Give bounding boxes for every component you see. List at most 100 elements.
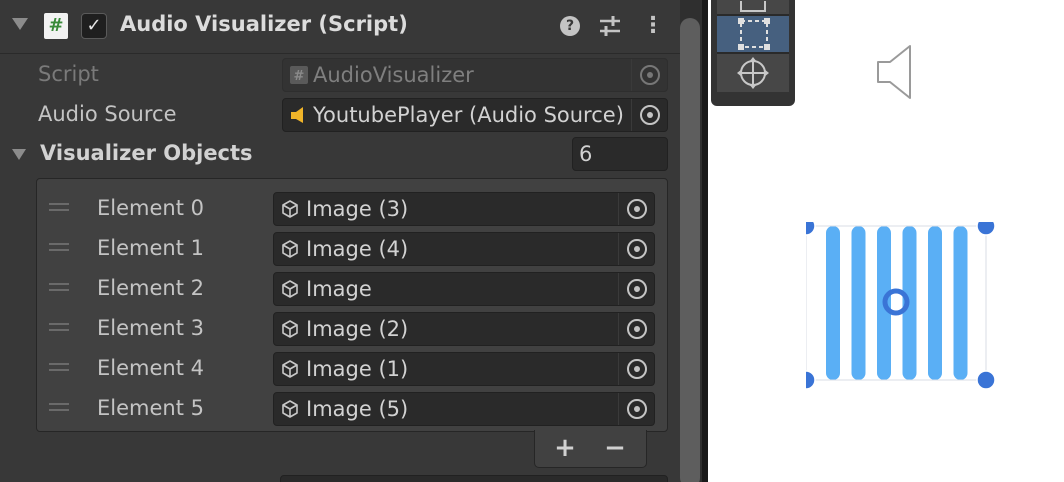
- element-label: Element 2: [97, 276, 204, 300]
- element-label: Element 1: [97, 236, 204, 260]
- element-value: Image (5): [306, 397, 409, 421]
- gameobject-cube-icon: [282, 280, 298, 298]
- visualizer-objects-foldout-icon[interactable]: [12, 149, 26, 160]
- audio-source-icon: [291, 107, 303, 123]
- visualizer-bar: [928, 226, 942, 380]
- rect-transform-icon: [738, 18, 770, 50]
- object-picker-icon: [640, 105, 660, 125]
- element-label: Element 3: [97, 316, 204, 340]
- svg-text:#: #: [294, 69, 305, 84]
- drag-handle-icon[interactable]: [49, 203, 69, 211]
- audio-source-value: YoutubePlayer (Audio Source): [313, 103, 624, 127]
- audio-source-field[interactable]: YoutubePlayer (Audio Source): [282, 98, 668, 132]
- object-picker-icon: [627, 359, 647, 379]
- element-object-field[interactable]: Image (2): [273, 312, 655, 346]
- component-foldout-icon[interactable]: [12, 18, 28, 30]
- array-size-value: 6: [579, 142, 593, 166]
- object-picker-icon: [627, 279, 647, 299]
- component-enabled-checkbox[interactable]: ✓: [81, 13, 107, 39]
- element-value: Image: [306, 277, 372, 301]
- object-picker-icon: [627, 319, 647, 339]
- drag-handle-icon[interactable]: [49, 323, 69, 331]
- scene-tool-palette: [711, 0, 795, 106]
- transform-tool-icon: [737, 57, 769, 89]
- gameobject-cube-icon: [282, 360, 298, 378]
- visualizer-bar: [826, 226, 840, 380]
- rect-tool-button[interactable]: [717, 0, 789, 14]
- element-label: Element 4: [97, 356, 204, 380]
- script-picker-button: [631, 59, 667, 91]
- script-file-icon: #: [290, 66, 308, 84]
- list-item[interactable]: Element 1 Image (4): [37, 225, 667, 266]
- list-item[interactable]: Element 2 Image: [37, 265, 667, 306]
- drag-handle-icon[interactable]: [49, 243, 69, 251]
- visualizer-selection[interactable]: [806, 222, 1006, 392]
- audio-source-label: Audio Source: [38, 102, 177, 126]
- inspector-scrollbar[interactable]: [680, 0, 702, 482]
- element-picker-button[interactable]: [618, 233, 654, 265]
- element-value: Image (3): [306, 197, 409, 221]
- visualizer-bar: [953, 226, 968, 380]
- more-icon[interactable]: ⋮: [642, 14, 664, 38]
- element-object-field[interactable]: Image (3): [273, 192, 655, 226]
- resize-handle-bottom-left[interactable]: [806, 370, 816, 390]
- object-picker-icon: [627, 199, 647, 219]
- drag-handle-icon[interactable]: [49, 283, 69, 291]
- element-object-field[interactable]: Image (5): [273, 392, 655, 426]
- list-item[interactable]: Element 0 Image (3): [37, 185, 667, 226]
- next-property-field[interactable]: [280, 475, 668, 482]
- script-icon: #: [44, 13, 68, 39]
- component-header[interactable]: # ✓ Audio Visualizer (Script) ? ⋮: [0, 0, 680, 54]
- object-picker-icon: [627, 239, 647, 259]
- audio-source-picker-button[interactable]: [631, 99, 667, 131]
- element-value: Image (2): [306, 317, 409, 341]
- drag-handle-icon[interactable]: [49, 403, 69, 411]
- object-picker-icon: [640, 65, 660, 85]
- element-picker-button[interactable]: [618, 273, 654, 305]
- resize-handle-top-left[interactable]: [806, 222, 816, 236]
- gameobject-cube-icon: [282, 400, 298, 418]
- add-element-button[interactable]: +: [545, 432, 585, 464]
- element-picker-button[interactable]: [618, 313, 654, 345]
- list-footer: + −: [534, 430, 647, 468]
- list-item[interactable]: Element 5 Image (5): [37, 385, 667, 426]
- element-value: Image (1): [306, 357, 409, 381]
- object-picker-icon: [627, 399, 647, 419]
- transform-tool-button[interactable]: [717, 54, 789, 92]
- gameobject-cube-icon: [282, 200, 298, 218]
- element-label: Element 5: [97, 396, 204, 420]
- visualizer-bar: [851, 226, 866, 380]
- drag-handle-icon[interactable]: [49, 363, 69, 371]
- audio-source-gizmo-icon: [877, 45, 911, 99]
- element-label: Element 0: [97, 196, 204, 220]
- inspector-panel: # ✓ Audio Visualizer (Script) ? ⋮ Script…: [0, 0, 680, 482]
- list-item[interactable]: Element 4 Image (1): [37, 345, 667, 386]
- visualizer-objects-list: Element 0 Image (3) Element 1 Image (4) …: [36, 178, 668, 432]
- script-value: AudioVisualizer: [313, 63, 474, 87]
- resize-handle-bottom-right[interactable]: [976, 370, 996, 390]
- gameobject-cube-icon: [282, 320, 298, 338]
- script-label: Script: [38, 62, 99, 86]
- gameobject-cube-icon: [282, 240, 298, 258]
- element-picker-button[interactable]: [618, 393, 654, 425]
- element-picker-button[interactable]: [618, 353, 654, 385]
- element-object-field[interactable]: Image (4): [273, 232, 655, 266]
- script-field: # AudioVisualizer: [282, 58, 668, 92]
- scene-view[interactable]: [708, 0, 1064, 482]
- element-value: Image (4): [306, 237, 409, 261]
- help-icon[interactable]: ?: [560, 16, 580, 36]
- element-picker-button[interactable]: [618, 193, 654, 225]
- element-object-field[interactable]: Image (1): [273, 352, 655, 386]
- visualizer-bars: [826, 226, 968, 380]
- resize-handle-top-right[interactable]: [976, 222, 996, 236]
- visualizer-objects-label: Visualizer Objects: [40, 141, 253, 165]
- scrollbar-thumb[interactable]: [680, 18, 700, 482]
- remove-element-button[interactable]: −: [595, 432, 635, 464]
- array-size-field[interactable]: 6: [572, 137, 668, 171]
- component-title: Audio Visualizer (Script): [120, 12, 408, 36]
- presets-icon[interactable]: [598, 14, 622, 38]
- list-item[interactable]: Element 3 Image (2): [37, 305, 667, 346]
- rect-transform-tool-button[interactable]: [717, 16, 789, 52]
- element-object-field[interactable]: Image: [273, 272, 655, 306]
- scale-tool-icon: [740, 1, 766, 12]
